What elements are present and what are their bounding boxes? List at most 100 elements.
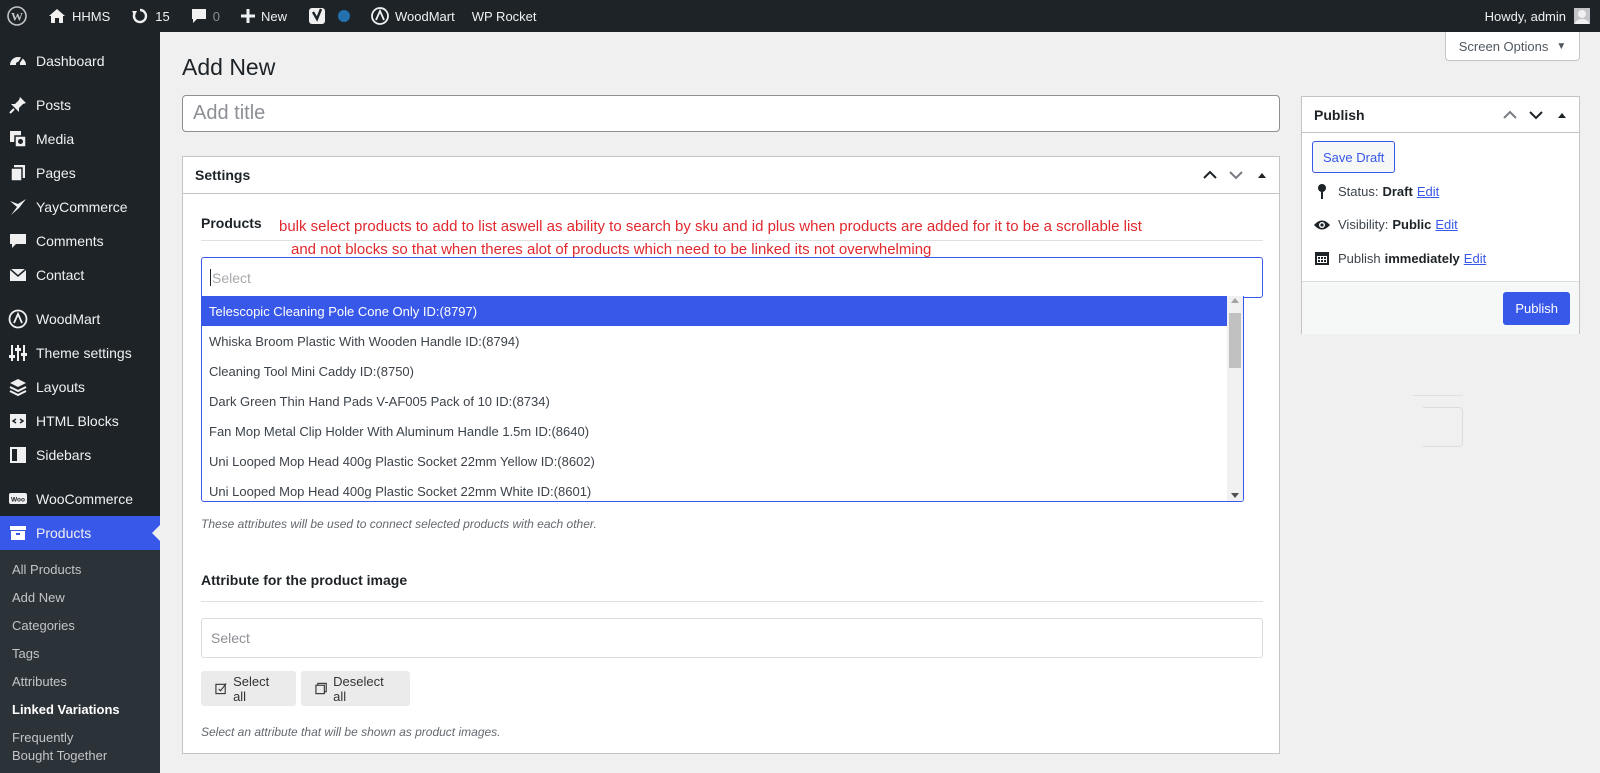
move-down-button[interactable] <box>1523 97 1549 133</box>
chevron-down-icon <box>1229 171 1243 180</box>
menu-theme-settings[interactable]: Theme settings <box>0 336 160 370</box>
submenu-categories[interactable]: Categories <box>0 612 160 640</box>
media-icon <box>8 129 28 149</box>
submenu-linked-variations[interactable]: Linked Variations <box>0 696 160 724</box>
edit-visibility-link[interactable]: Edit <box>1435 217 1457 232</box>
menu-media[interactable]: Media <box>0 122 160 156</box>
toggle-panel-button[interactable] <box>1549 97 1575 133</box>
image-help-text: Select an attribute that will be shown a… <box>201 725 501 739</box>
settings-title: Settings <box>195 167 251 183</box>
woodmart-label: WoodMart <box>395 8 455 24</box>
dropdown-option[interactable]: Dark Green Thin Hand Pads V-AF005 Pack o… <box>202 386 1228 416</box>
screen-options-button[interactable]: Screen Options ▼ <box>1445 32 1580 61</box>
woodmart-icon <box>371 7 389 25</box>
howdy-text: Howdy, admin <box>1484 8 1566 24</box>
menu-woodmart[interactable]: WoodMart <box>0 302 160 336</box>
checkbox-icon <box>215 683 227 695</box>
envelope-icon <box>8 265 28 285</box>
pages-icon <box>8 163 28 183</box>
woodmart-icon <box>8 309 28 329</box>
copy-icon <box>315 682 327 695</box>
my-account-link[interactable]: Howdy, admin <box>1485 0 1590 32</box>
new-content-link[interactable]: New <box>227 0 294 32</box>
settings-header: Settings <box>183 157 1279 194</box>
wordpress-logo[interactable]: W <box>0 0 34 32</box>
comments-link[interactable]: 0 <box>177 0 227 32</box>
seo-score-dot <box>338 10 350 22</box>
menu-layouts[interactable]: Layouts <box>0 370 160 404</box>
publish-title: Publish <box>1314 106 1365 123</box>
edit-publish-time-link[interactable]: Edit <box>1464 251 1486 266</box>
sidebar-icon <box>8 445 28 465</box>
menu-html-blocks[interactable]: HTML Blocks <box>0 404 160 438</box>
menu-dashboard[interactable]: Dashboard <box>0 44 160 78</box>
svg-text:W: W <box>11 10 23 24</box>
yoast-link[interactable] <box>294 0 357 32</box>
dropdown-option[interactable]: Telescopic Cleaning Pole Cone Only ID:(8… <box>202 296 1228 326</box>
woodmart-link[interactable]: WoodMart <box>357 0 462 32</box>
products-select-placeholder: Select <box>212 269 251 286</box>
products-search-input[interactable]: Select <box>201 257 1263 298</box>
dropdown-scrollbar[interactable] <box>1227 296 1243 501</box>
submenu-add-new[interactable]: Add New <box>0 584 160 612</box>
updates-count: 15 <box>155 8 170 24</box>
menu-products[interactable]: Products <box>0 516 160 550</box>
sliders-icon <box>8 343 28 363</box>
menu-posts[interactable]: Posts <box>0 88 160 122</box>
menu-woocommerce[interactable]: Woo WooCommerce <box>0 482 160 516</box>
title-placeholder: Add title <box>193 102 266 124</box>
scroll-up-icon[interactable] <box>1231 298 1239 303</box>
publish-button[interactable]: Publish <box>1503 292 1570 325</box>
site-name-link[interactable]: HHMS <box>34 0 117 32</box>
menu-woocommerce-label: WooCommerce <box>36 491 133 507</box>
dropdown-option[interactable]: Uni Looped Mop Head 400g Plastic Socket … <box>202 476 1228 501</box>
updates-link[interactable]: 15 <box>117 0 176 32</box>
status-label: Status: <box>1338 183 1379 199</box>
scrollbar-thumb[interactable] <box>1229 313 1241 368</box>
products-dropdown-list[interactable]: Telescopic Cleaning Pole Cone Only ID:(8… <box>201 296 1244 502</box>
plus-icon <box>240 9 255 23</box>
move-up-button[interactable] <box>1497 97 1523 133</box>
title-input[interactable]: Add title <box>182 95 1280 132</box>
menu-yaycommerce[interactable]: YayCommerce <box>0 190 160 224</box>
deselect-all-button[interactable]: Deselect all <box>301 671 410 706</box>
wp-rocket-link[interactable]: WP Rocket <box>462 0 544 32</box>
dropdown-option[interactable]: Cleaning Tool Mini Caddy ID:(8750) <box>202 356 1228 386</box>
annotation-note: bulk select products to add to list aswe… <box>279 215 1142 261</box>
attribute-image-placeholder: Select <box>211 630 250 646</box>
woo-icon: Woo <box>8 489 28 509</box>
dropdown-option[interactable]: Uni Looped Mop Head 400g Plastic Socket … <box>202 446 1228 476</box>
chevron-up-icon <box>1203 170 1217 179</box>
edit-status-link[interactable]: Edit <box>1417 184 1439 199</box>
submenu-attributes[interactable]: Attributes <box>0 668 160 696</box>
attributes-help-text: These attributes will be used to connect… <box>201 517 597 531</box>
comments-count: 0 <box>212 8 220 24</box>
attribute-image-select[interactable]: Select <box>201 618 1263 658</box>
menu-contact-label: Contact <box>36 267 85 283</box>
chevron-up-icon <box>1503 110 1517 119</box>
scroll-down-icon[interactable] <box>1231 493 1239 498</box>
menu-sidebars-label: Sidebars <box>36 447 92 463</box>
menu-comments[interactable]: Comments <box>0 224 160 258</box>
menu-sidebars[interactable]: Sidebars <box>0 438 160 472</box>
admin-sidebar: Dashboard Posts Media Pages YayCommerce … <box>0 32 160 773</box>
menu-pages[interactable]: Pages <box>0 156 160 190</box>
divider <box>1413 395 1463 396</box>
toggle-panel-button[interactable] <box>1249 157 1275 193</box>
comment-icon <box>8 231 28 251</box>
submenu-tags[interactable]: Tags <box>0 640 160 668</box>
yaycommerce-icon <box>8 197 28 217</box>
dropdown-option[interactable]: Whiska Broom Plastic With Wooden Handle … <box>202 326 1228 356</box>
wordpress-icon: W <box>7 6 27 26</box>
dropdown-option[interactable]: Fan Mop Metal Clip Holder With Aluminum … <box>202 416 1228 446</box>
save-draft-button[interactable]: Save Draft <box>1312 141 1396 173</box>
eye-icon <box>1312 219 1332 231</box>
move-down-button[interactable] <box>1223 157 1249 193</box>
publish-time-label: Publish <box>1338 250 1381 266</box>
triangle-up-icon <box>1558 112 1566 118</box>
menu-contact[interactable]: Contact <box>0 258 160 292</box>
select-all-button[interactable]: Select all <box>201 671 296 706</box>
submenu-frequently-bought-together[interactable]: Frequently Bought Together <box>0 724 130 770</box>
move-up-button[interactable] <box>1197 157 1223 193</box>
submenu-all-products[interactable]: All Products <box>0 556 160 584</box>
